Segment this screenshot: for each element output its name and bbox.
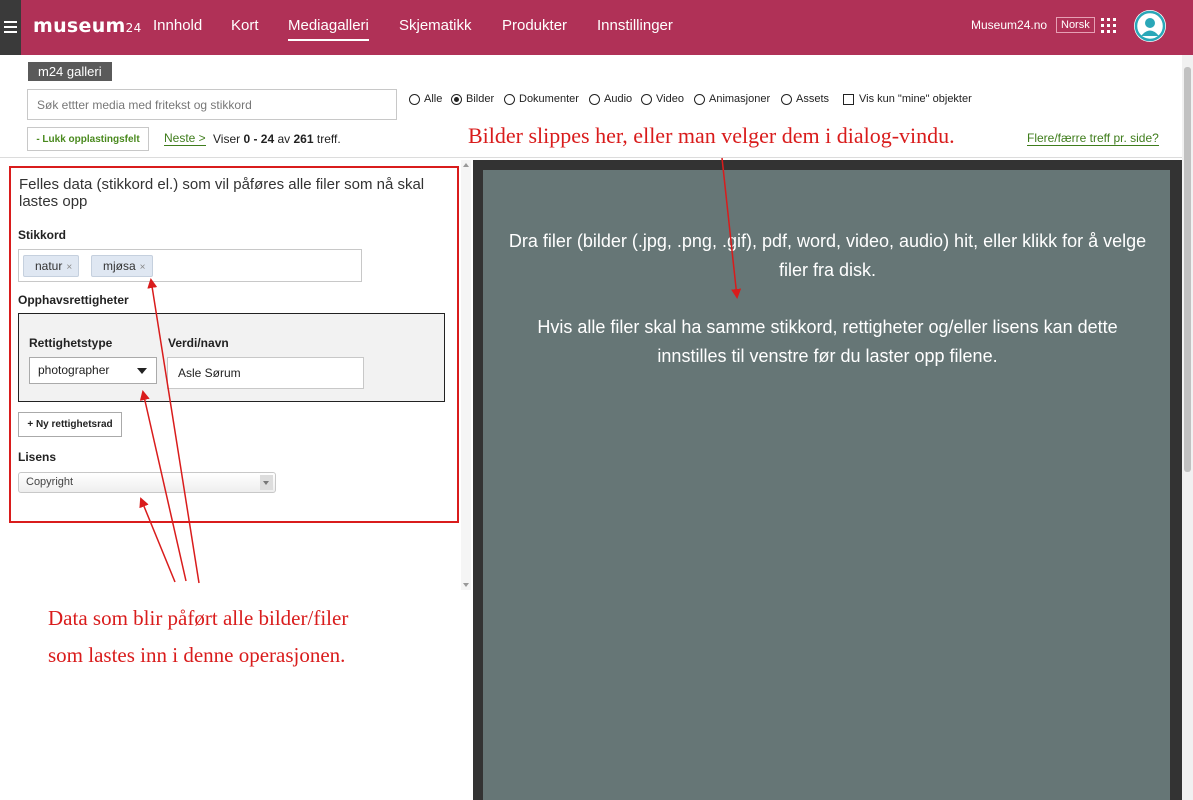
dropzone-instructions: Dra filer (bilder (.jpg, .png, .gif), pd…: [508, 231, 1147, 280]
close-upload-button[interactable]: - Lukk opplastingsfelt: [27, 127, 149, 151]
filter-alle[interactable]: Alle: [409, 93, 442, 105]
result-count: Viser 0 - 24 av 261 treff.: [213, 132, 341, 146]
keywords-input[interactable]: natur × mjøsa ×: [18, 249, 362, 282]
left-panel-scrollbar[interactable]: [461, 160, 471, 590]
rights-type-label: Rettighetstype: [29, 336, 113, 350]
filter-bilder[interactable]: Bilder: [451, 93, 494, 105]
site-link[interactable]: Museum24.no: [971, 18, 1047, 32]
filter-animasjoner[interactable]: Animasjoner: [694, 93, 770, 105]
tag-chip: natur ×: [23, 255, 80, 277]
mine-only-checkbox[interactable]: Vis kun "mine" objekter: [843, 93, 972, 105]
new-rights-row-button[interactable]: + Ny rettighetsrad: [18, 412, 122, 437]
tag-chip: mjøsa ×: [91, 255, 153, 277]
annotation-dropzone: Bilder slippes her, eller man velger dem…: [468, 123, 955, 148]
rights-value-input[interactable]: [167, 357, 364, 389]
results-per-page-link[interactable]: Flere/færre treff pr. side?: [1027, 132, 1159, 146]
search-input[interactable]: [27, 89, 397, 120]
radio-icon: [504, 93, 515, 105]
annotation-form-line2: som lastes inn i denne operasjonen.: [48, 643, 346, 667]
radio-icon: [409, 93, 420, 105]
keywords-label: Stikkord: [18, 228, 67, 242]
user-avatar-icon[interactable]: [1134, 10, 1166, 42]
scrollbar-thumb[interactable]: [1184, 67, 1191, 472]
caret-down-icon: [137, 368, 147, 374]
radio-icon: [641, 93, 652, 105]
filter-video[interactable]: Video: [641, 93, 684, 105]
nav-kort[interactable]: Kort: [231, 17, 259, 34]
top-navigation-bar: museum24 Innhold Kort Mediagalleri Skjem…: [0, 0, 1193, 55]
nav-skjematikk[interactable]: Skjematikk: [399, 17, 472, 34]
radio-icon: [781, 93, 792, 105]
nav-innhold[interactable]: Innhold: [153, 17, 202, 34]
chevron-down-icon: [260, 475, 273, 490]
remove-tag-icon[interactable]: ×: [66, 262, 72, 273]
license-select[interactable]: Copyright: [18, 472, 276, 493]
rights-label: Opphavsrettigheter: [18, 293, 129, 307]
filter-dokumenter[interactable]: Dokumenter: [504, 93, 579, 105]
apps-grid-icon[interactable]: [1101, 18, 1116, 33]
nav-produkter[interactable]: Produkter: [502, 17, 567, 34]
next-page-link[interactable]: Neste >: [164, 132, 206, 146]
radio-icon: [589, 93, 600, 105]
checkbox-icon: [843, 93, 854, 105]
dropzone-hint: Hvis alle filer skal ha samme stikkord, …: [537, 317, 1118, 366]
annotation-form-line1: Data som blir påført alle bilder/filer: [48, 606, 349, 630]
language-button[interactable]: Norsk: [1056, 17, 1095, 33]
form-title: Felles data (stikkord el.) som vil påfør…: [19, 176, 425, 210]
filter-assets[interactable]: Assets: [781, 93, 829, 105]
nav-mediagalleri[interactable]: Mediagalleri: [288, 17, 369, 41]
page-scrollbar[interactable]: [1182, 55, 1193, 800]
remove-tag-icon[interactable]: ×: [140, 262, 146, 273]
toolbar-divider: [0, 157, 1193, 158]
museum24-logo[interactable]: museum24: [33, 15, 142, 37]
radio-icon: [694, 93, 705, 105]
rights-value-label: Verdi/navn: [168, 336, 229, 350]
gallery-label: m24 galleri: [28, 62, 112, 81]
radio-checked-icon: [451, 93, 462, 105]
license-label: Lisens: [18, 450, 57, 464]
menu-icon[interactable]: [0, 0, 21, 55]
nav-innstillinger[interactable]: Innstillinger: [597, 17, 673, 34]
filter-audio[interactable]: Audio: [589, 93, 632, 105]
rights-type-select[interactable]: photographer: [29, 357, 157, 384]
media-upload-page: museum24 Innhold Kort Mediagalleri Skjem…: [0, 0, 1193, 800]
